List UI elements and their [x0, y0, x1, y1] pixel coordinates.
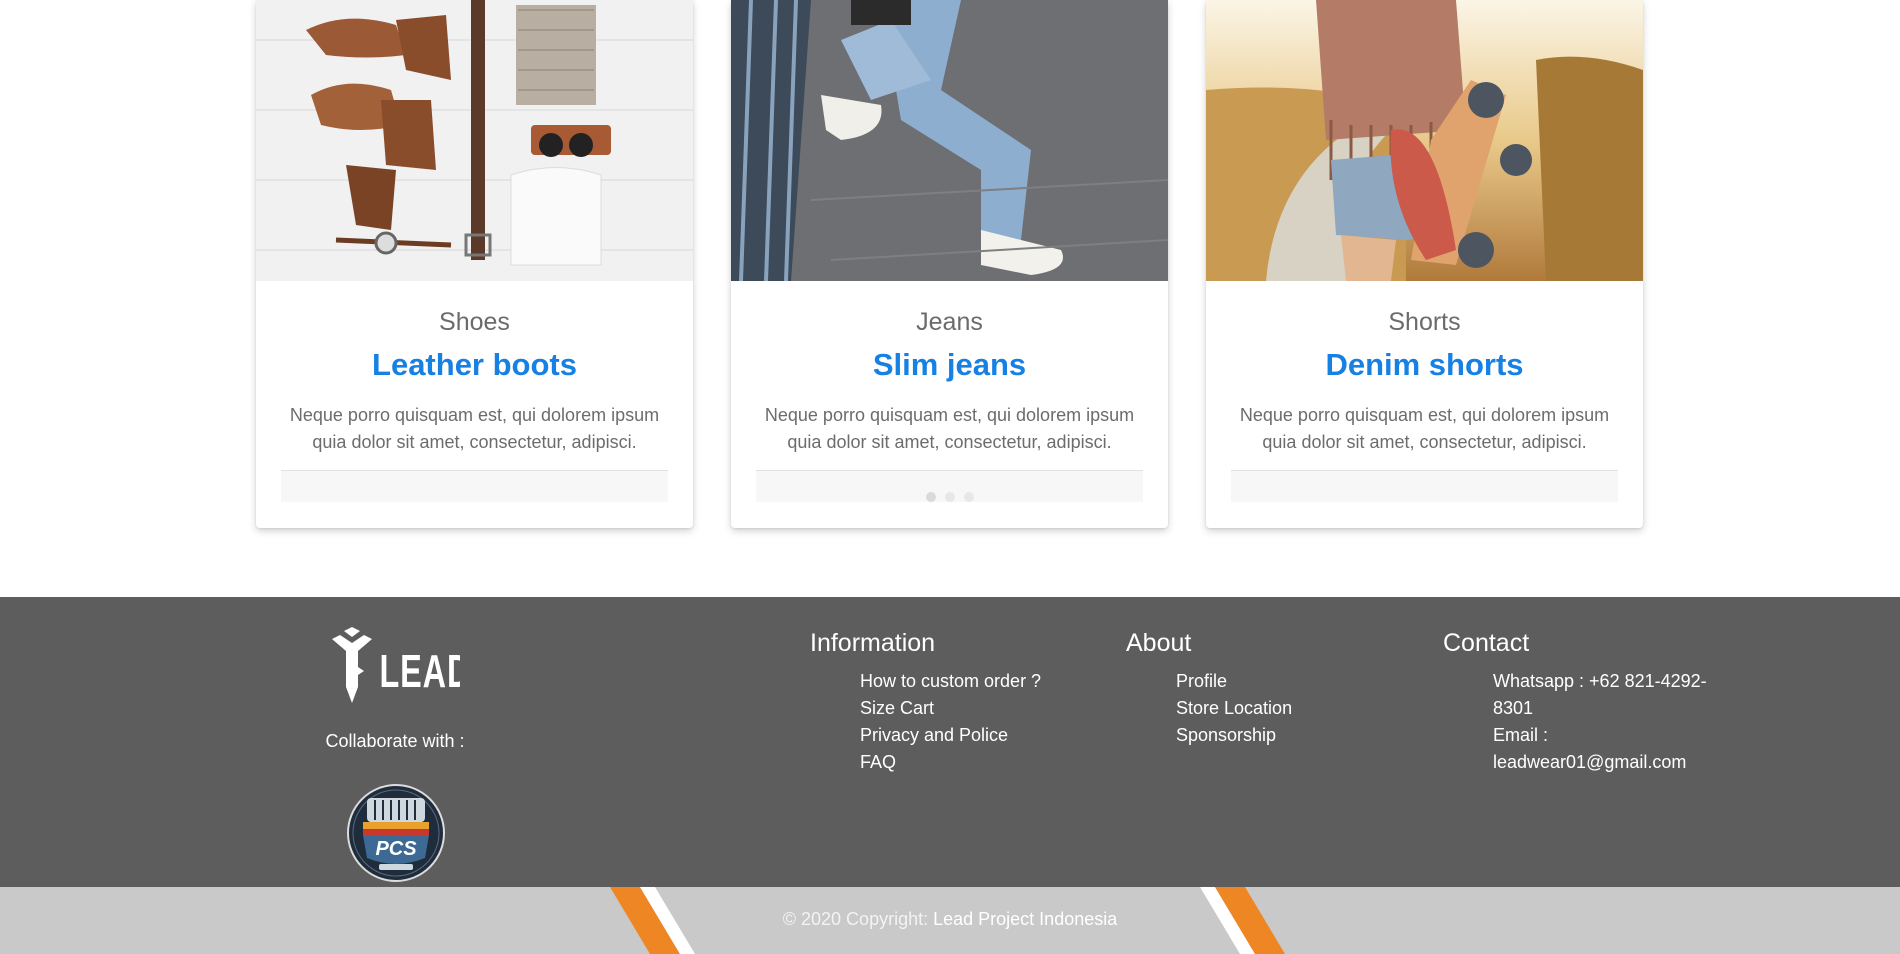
footer-link-faq[interactable]: FAQ	[860, 749, 1041, 776]
carousel-dot[interactable]	[944, 492, 955, 502]
contact-whatsapp[interactable]: Whatsapp : +62 821-4292-8301	[1493, 668, 1743, 722]
product-image-jeans[interactable]	[731, 0, 1168, 281]
copyright-bar: © 2020 Copyright: Lead Project Indonesia	[0, 887, 1900, 954]
product-title[interactable]: Denim shorts	[1206, 346, 1643, 384]
pcs-partner-logo[interactable]: PCS	[347, 784, 445, 882]
stripe-decoration-right	[1200, 887, 1285, 954]
product-image-shoes[interactable]	[256, 0, 693, 281]
footer-link-profile[interactable]: Profile	[1176, 668, 1292, 695]
card-footer	[756, 470, 1143, 502]
carousel-dot[interactable]	[963, 492, 974, 502]
svg-text:LEAD: LEAD	[380, 645, 461, 697]
contact-email[interactable]: leadwear01@gmail.com	[1493, 749, 1743, 776]
collaborate-label: Collaborate with :	[325, 731, 465, 751]
footer-link-privacy[interactable]: Privacy and Police	[860, 722, 1041, 749]
card-footer	[1231, 470, 1618, 502]
carousel-indicators	[925, 492, 974, 502]
copyright-brand-link[interactable]: Lead Project Indonesia	[933, 909, 1117, 929]
svg-text:PCS: PCS	[375, 838, 417, 860]
footer-information: Information How to custom order ? Size C…	[810, 628, 1041, 776]
footer-link-custom-order[interactable]: How to custom order ?	[860, 668, 1041, 695]
footer-heading: Information	[810, 629, 936, 657]
footer-heading: Contact	[1443, 629, 1530, 657]
product-title[interactable]: Slim jeans	[731, 346, 1168, 384]
footer-about: About Profile Store Location Sponsorship	[1126, 628, 1292, 749]
product-description: Neque porro quisquam est, qui dolorem ip…	[1239, 405, 1610, 452]
contact-email-label: Email :	[1493, 725, 1549, 745]
product-card-shoes[interactable]: Shoes Leather boots Neque porro quisquam…	[256, 0, 693, 528]
product-card-shorts[interactable]: Shorts Denim shorts Neque porro quisquam…	[1206, 0, 1643, 528]
card-footer	[281, 470, 668, 502]
copyright-text: © 2020 Copyright: Lead Project Indonesia	[0, 909, 1900, 930]
site-footer: LEAD Collaborate with : PCS Information …	[0, 597, 1900, 887]
footer-heading: About	[1126, 629, 1192, 657]
footer-link-store-location[interactable]: Store Location	[1176, 695, 1292, 722]
product-card-jeans[interactable]: Jeans Slim jeans Neque porro quisquam es…	[731, 0, 1168, 528]
lead-logo[interactable]: LEAD	[330, 627, 470, 707]
product-image-shorts[interactable]	[1206, 0, 1643, 281]
footer-link-sponsorship[interactable]: Sponsorship	[1176, 722, 1292, 749]
footer-contact: Contact Whatsapp : +62 821-4292-8301 Ema…	[1443, 628, 1743, 776]
product-category: Shoes	[439, 308, 510, 336]
product-category: Jeans	[916, 308, 983, 336]
product-title[interactable]: Leather boots	[256, 346, 693, 384]
product-description: Neque porro quisquam est, qui dolorem ip…	[764, 405, 1135, 452]
product-category: Shorts	[1388, 308, 1461, 336]
product-description: Neque porro quisquam est, qui dolorem ip…	[289, 405, 660, 452]
footer-link-size-cart[interactable]: Size Cart	[860, 695, 1041, 722]
copyright-prefix: © 2020 Copyright:	[782, 909, 934, 929]
carousel-dot[interactable]	[925, 492, 936, 502]
product-cards: Shoes Leather boots Neque porro quisquam…	[256, 0, 1644, 529]
